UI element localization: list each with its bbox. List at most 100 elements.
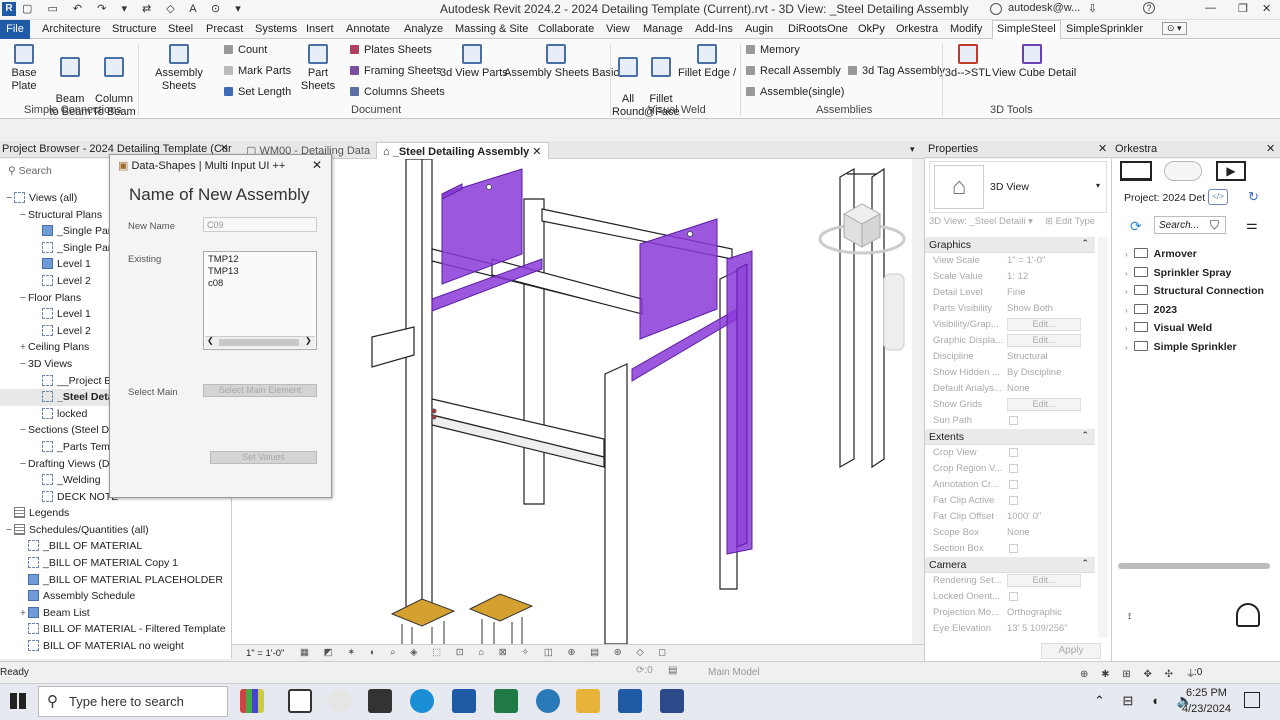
filter-icon[interactable]: ⛉ (1210, 218, 1219, 233)
project-browser-close-icon[interactable]: ✕ (220, 143, 228, 154)
tab-okpy[interactable]: OkPy (858, 23, 885, 35)
expand-toggle-icon[interactable]: + (18, 605, 28, 621)
collapse-icon[interactable]: ⌃ (1081, 238, 1089, 249)
orkestra-close-icon[interactable]: ✕ (1266, 142, 1275, 155)
base-plate-button[interactable]: Base Plate (0, 44, 48, 93)
expand-toggle-icon[interactable]: − (18, 356, 28, 372)
tab-simplesprinkler[interactable]: SimpleSprinkler (1066, 23, 1143, 35)
close-button[interactable]: ✕ (1262, 2, 1271, 15)
set-values-button[interactable]: Set Values (210, 451, 317, 464)
scroll-thumb[interactable] (219, 339, 299, 346)
document-icon[interactable] (288, 689, 312, 713)
refresh-icon[interactable]: ⟳ (1130, 218, 1142, 235)
expand-toggle-icon[interactable]: − (18, 207, 28, 223)
minimize-button[interactable]: — (1205, 2, 1216, 14)
plates-sheets-button[interactable]: Plates Sheets (350, 44, 432, 56)
property-value[interactable]: By Discipline (1007, 367, 1061, 378)
view-cube-detail-button[interactable]: View Cube Detail (992, 44, 1076, 80)
all-round-weld-button[interactable]: All Round (612, 44, 644, 132)
chevron-right-icon[interactable]: › (1125, 269, 1128, 278)
notification-icon[interactable] (1244, 692, 1260, 708)
expand-toggle-icon[interactable]: − (4, 522, 14, 538)
property-section-header[interactable]: Camera ⌃ (925, 557, 1095, 573)
beam-to-beam-button[interactable]: Beam to Beam (48, 44, 92, 132)
property-checkbox[interactable] (1009, 464, 1018, 473)
orkestra-folder[interactable]: › Sprinkler Spray (1125, 266, 1231, 279)
properties-close-icon[interactable]: ✕ (1098, 142, 1107, 155)
project-browser-search[interactable]: ⚲ Search (8, 165, 108, 181)
fillet-edge-button[interactable]: Fillet Edge / (678, 44, 736, 80)
view-scale[interactable]: 1" = 1'-0" (246, 648, 284, 659)
select-main-button[interactable]: Select Main Element (203, 384, 317, 397)
expand-toggle-icon[interactable]: + (18, 339, 28, 355)
user-icon[interactable] (990, 3, 1002, 15)
property-checkbox[interactable] (1009, 448, 1018, 457)
orkestra-folder[interactable]: › Simple Sprinkler (1125, 340, 1237, 353)
apply-button[interactable]: Apply (1041, 643, 1101, 659)
orkestra-folder[interactable]: › 2023 (1125, 303, 1177, 316)
maximize-button[interactable]: ❐ (1238, 2, 1248, 15)
edge-icon[interactable] (410, 689, 434, 713)
app-icon[interactable] (328, 689, 352, 713)
properties-scrollbar[interactable] (1098, 237, 1108, 637)
tab-diroots[interactable]: DiRootsOne (788, 23, 848, 35)
sync-icon[interactable]: ↻ (1248, 189, 1259, 205)
tree-item[interactable]: − Schedules/Quantities (all) (0, 522, 231, 539)
property-value[interactable]: Structural (1007, 351, 1048, 362)
tab-collaborate[interactable]: Collaborate (538, 23, 594, 35)
tree-item[interactable]: BILL OF MATERIAL no weight (0, 638, 231, 655)
tab-orkestra[interactable]: Orkestra (896, 23, 938, 35)
existing-item[interactable]: c08 (204, 278, 316, 290)
tab-structure[interactable]: Structure (112, 23, 157, 35)
instance-selector[interactable]: 3D View: _Steel Detaili ▾ (929, 216, 1033, 227)
property-value[interactable]: None (1007, 527, 1030, 538)
clock-date[interactable]: 4/23/2024 (1182, 703, 1231, 715)
quick-access-icons[interactable]: ▢ ▭ ↶ ↷ ▾ ⇄ ◇ A ⊙ ▾ (22, 2, 247, 15)
framing-sheets-button[interactable]: Framing Sheets (350, 65, 442, 77)
collapse-icon[interactable]: ⌃ (1081, 558, 1089, 569)
columns-sheets-button[interactable]: Columns Sheets (350, 86, 445, 98)
type-selector[interactable]: ⌂ 3D View ▾ (929, 161, 1107, 213)
new-name-input[interactable]: C09 (203, 217, 317, 232)
existing-item[interactable]: TMP13 (204, 266, 316, 278)
help-button[interactable]: ? (1143, 2, 1155, 14)
orkestra-folder[interactable]: › Structural Connection (1125, 285, 1264, 297)
ribbon-options-icon[interactable]: ⊙ ▾ (1162, 22, 1187, 35)
tab-insert[interactable]: Insert (306, 23, 334, 35)
property-checkbox[interactable] (1009, 544, 1018, 553)
dialog-close-icon[interactable]: ✕ (312, 158, 322, 172)
property-edit-button[interactable]: Edit... (1007, 398, 1081, 411)
property-value[interactable]: None (1007, 383, 1030, 394)
dynamo-icon[interactable] (536, 689, 560, 713)
tab-close-icon[interactable]: ✕ (529, 146, 541, 158)
horizontal-scrollbar[interactable]: ❮ ❯ (205, 336, 315, 348)
worksets-icon[interactable]: ⟳:0 (636, 665, 653, 676)
revit-logo-icon[interactable]: R (2, 2, 16, 16)
chevron-right-icon[interactable]: › (1125, 287, 1128, 296)
mark-parts-button[interactable]: Mark Parts (224, 65, 291, 77)
star-app-icon[interactable] (660, 689, 684, 713)
orkestra-scrollbar[interactable] (1118, 563, 1270, 569)
tab-massing-site[interactable]: Massing & Site (455, 23, 528, 35)
design-options-icon[interactable]: ▤ (668, 665, 677, 676)
windows-start-icon[interactable] (10, 693, 26, 709)
tree-item[interactable]: Legends (0, 505, 231, 522)
tab-simplesteel[interactable]: SimpleSteel (992, 20, 1061, 39)
selection-filter-icons[interactable]: ⊕ ✱ ⊞ ✥ ✣ ⏚ (1080, 665, 1201, 680)
orkestra-folder[interactable]: › Armover (1125, 248, 1197, 260)
expand-toggle-icon[interactable]: − (18, 290, 28, 306)
property-edit-button[interactable]: Edit... (1007, 574, 1081, 587)
recall-assembly-button[interactable]: Recall Assembly (746, 65, 841, 77)
property-value[interactable]: 1000' 0" (1007, 511, 1041, 522)
edit-type-button[interactable]: ⊞ Edit Type (1045, 216, 1095, 227)
view-tab-steel-detailing[interactable]: ⌂ _Steel Detailing Assembly ✕ (376, 142, 549, 159)
tab-add-ins[interactable]: Add-Ins (695, 23, 733, 35)
tab-augin[interactable]: Augin (745, 23, 773, 35)
tab-steel[interactable]: Steel (168, 23, 193, 35)
tab-menu-icon[interactable]: ▾ (910, 144, 915, 155)
property-section-header[interactable]: Extents ⌃ (925, 429, 1095, 445)
existing-listbox[interactable]: TMP12 TMP13 c08 ❮ ❯ (203, 251, 317, 350)
3d-viewport[interactable] (232, 159, 924, 644)
hgg-icon[interactable] (368, 689, 392, 713)
3d-to-stl-button[interactable]: 3d-->STL (944, 44, 992, 80)
